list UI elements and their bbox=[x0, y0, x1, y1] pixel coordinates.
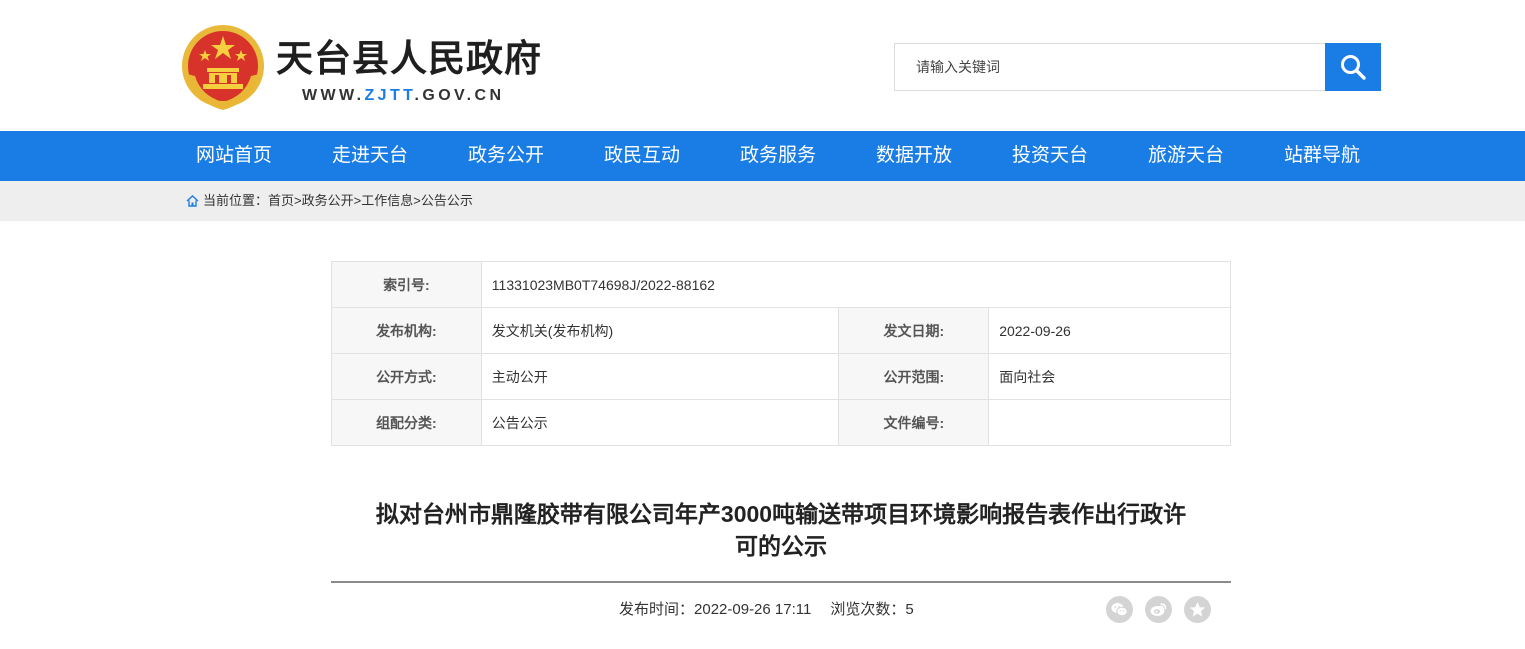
breadcrumb-link-gov-affairs[interactable]: 政务公开 bbox=[302, 193, 354, 209]
main-nav: 网站首页 走进天台 政务公开 政民互动 政务服务 数据开放 投资天台 旅游天台 … bbox=[0, 131, 1525, 181]
index-no-value: 11331023MB0T74698J/2022-88162 bbox=[480, 261, 1232, 308]
breadcrumb-link-notices[interactable]: 公告公示 bbox=[421, 193, 473, 209]
method-value: 主动公开 bbox=[480, 353, 840, 400]
nav-item-services[interactable]: 政务服务 bbox=[740, 131, 816, 181]
publish-time: 2022-09-26 17:11 bbox=[694, 601, 812, 618]
publisher-label: 发布机构: bbox=[331, 307, 482, 354]
index-no-label: 索引号: bbox=[331, 261, 482, 308]
nav-item-interaction[interactable]: 政民互动 bbox=[604, 131, 680, 181]
breadcrumb-separator: > bbox=[353, 193, 362, 208]
url-highlight: ZJTT bbox=[364, 87, 415, 104]
nav-item-site-group[interactable]: 站群导航 bbox=[1284, 131, 1360, 181]
search-box bbox=[894, 43, 1326, 91]
scope-label: 公开范围: bbox=[838, 353, 990, 400]
breadcrumb-prefix: 当前位置： bbox=[203, 193, 269, 208]
search-icon bbox=[1341, 55, 1366, 80]
nav-item-invest[interactable]: 投资天台 bbox=[1012, 131, 1088, 181]
site-name: 天台县人民政府 bbox=[276, 36, 542, 80]
article-title: 拟对台州市鼎隆胶带有限公司年产3000吨输送带项目环境影响报告表作出行政许 可的… bbox=[331, 498, 1231, 562]
share-weibo-button[interactable] bbox=[1145, 596, 1172, 623]
nav-item-about[interactable]: 走进天台 bbox=[332, 131, 408, 181]
breadcrumb-link-home[interactable]: 首页 bbox=[268, 193, 294, 209]
nav-item-open-data[interactable]: 数据开放 bbox=[876, 131, 952, 181]
views-label: 浏览次数： bbox=[830, 601, 906, 618]
article-title-line: 拟对台州市鼎隆胶带有限公司年产3000吨输送带项目环境影响报告表作出行政许 bbox=[375, 501, 1187, 527]
breadcrumb-link-work-info[interactable]: 工作信息 bbox=[361, 193, 413, 209]
article-meta: 发布时间：2022-09-26 17:11 浏览次数：5 bbox=[619, 600, 914, 620]
search-button[interactable] bbox=[1325, 43, 1381, 91]
nav-item-home[interactable]: 网站首页 bbox=[196, 131, 272, 181]
scope-value: 面向社会 bbox=[988, 353, 1231, 400]
table-row: 索引号: 11331023MB0T74698J/2022-88162 bbox=[331, 261, 1232, 308]
weibo-icon bbox=[1150, 603, 1167, 616]
nav-item-gov-affairs[interactable]: 政务公开 bbox=[468, 131, 544, 181]
title-divider bbox=[331, 581, 1231, 583]
share-wechat-button[interactable] bbox=[1106, 596, 1133, 623]
site-url: WWW.ZJTT.GOV.CN bbox=[302, 86, 504, 106]
breadcrumb-separator: > bbox=[294, 193, 302, 208]
breadcrumb: 当前位置： 首页 > 政务公开 > 工作信息 > 公告公示 bbox=[186, 193, 473, 209]
site-header: 天台县人民政府 WWW.ZJTT.GOV.CN bbox=[0, 0, 1525, 131]
method-label: 公开方式: bbox=[331, 353, 482, 400]
article-title-line: 可的公示 bbox=[735, 533, 827, 559]
breadcrumb-bar: 当前位置： 首页 > 政务公开 > 工作信息 > 公告公示 bbox=[0, 181, 1525, 221]
doc-no-label: 文件编号: bbox=[838, 399, 990, 446]
nav-item-tourism[interactable]: 旅游天台 bbox=[1148, 131, 1224, 181]
home-icon bbox=[186, 195, 199, 207]
favorite-icon bbox=[1189, 602, 1206, 617]
publish-time-label: 发布时间： bbox=[619, 601, 695, 618]
category-label: 组配分类: bbox=[331, 399, 482, 446]
url-suffix: .GOV.CN bbox=[414, 87, 505, 104]
table-row: 公开方式: 主动公开 公开范围: 面向社会 bbox=[331, 353, 1231, 400]
document-info-table: 索引号: 11331023MB0T74698J/2022-88162 发布机构:… bbox=[331, 261, 1232, 446]
national-emblem-logo[interactable] bbox=[181, 24, 265, 112]
url-prefix: WWW. bbox=[302, 87, 365, 104]
share-favorite-button[interactable] bbox=[1184, 596, 1211, 623]
table-row: 组配分类: 公告公示 文件编号: bbox=[331, 399, 1231, 446]
date-value: 2022-09-26 bbox=[988, 307, 1231, 354]
publisher-value: 发文机关(发布机构) bbox=[480, 307, 840, 354]
category-value: 公告公示 bbox=[480, 399, 840, 446]
search-input[interactable] bbox=[895, 44, 1326, 90]
table-row: 发布机构: 发文机关(发布机构) 发文日期: 2022-09-26 bbox=[331, 307, 1231, 354]
doc-no-value bbox=[988, 399, 1231, 446]
views-count: 5 bbox=[905, 601, 914, 618]
date-label: 发文日期: bbox=[838, 307, 990, 354]
wechat-icon bbox=[1111, 603, 1128, 617]
breadcrumb-separator: > bbox=[413, 193, 421, 208]
